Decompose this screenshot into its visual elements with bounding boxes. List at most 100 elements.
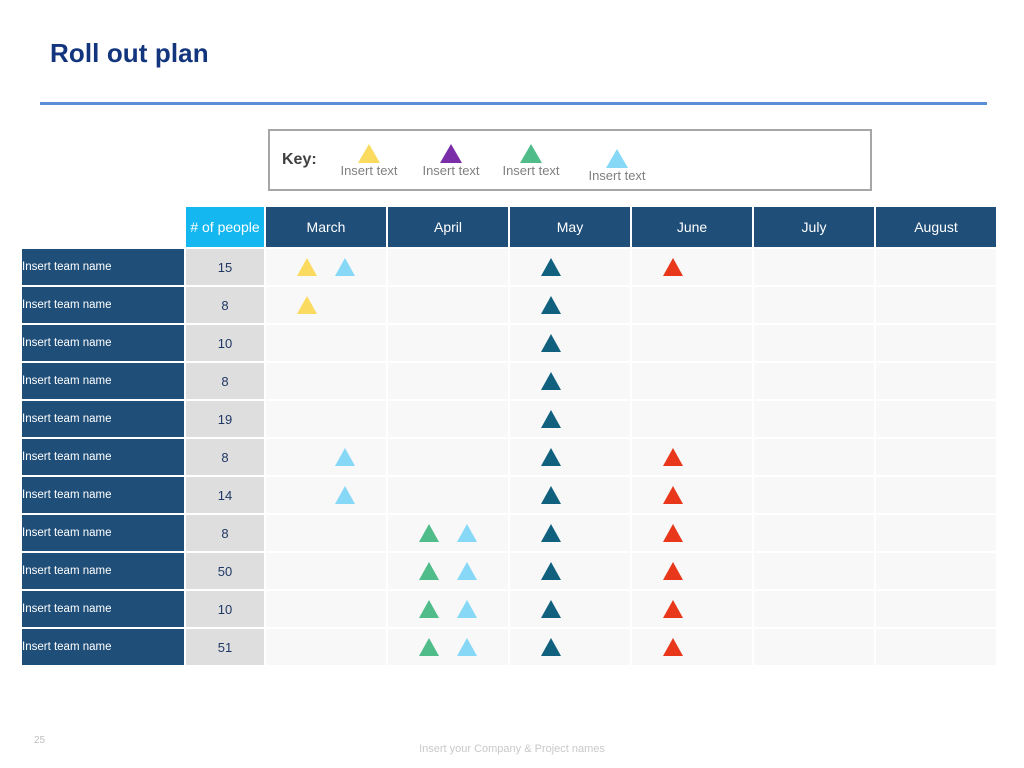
month-cell-july[interactable] — [754, 515, 874, 551]
empty-slot — [699, 408, 723, 430]
month-cell-june[interactable] — [632, 363, 752, 399]
team-name-cell[interactable]: Insert team name — [22, 249, 184, 285]
month-cell-march[interactable] — [266, 439, 386, 475]
month-cell-april[interactable] — [388, 249, 508, 285]
month-cell-june[interactable] — [632, 477, 752, 513]
month-cell-july[interactable] — [754, 325, 874, 361]
month-cell-may[interactable] — [510, 629, 630, 665]
empty-slot — [699, 636, 723, 658]
month-cell-may[interactable] — [510, 401, 630, 437]
month-cell-april[interactable] — [388, 325, 508, 361]
month-cell-march[interactable] — [266, 287, 386, 323]
team-name-cell[interactable]: Insert team name — [22, 629, 184, 665]
month-cell-july[interactable] — [754, 439, 874, 475]
month-cell-august[interactable] — [876, 439, 996, 475]
month-cell-may[interactable] — [510, 249, 630, 285]
month-cell-may[interactable] — [510, 439, 630, 475]
month-cell-may[interactable] — [510, 287, 630, 323]
month-cell-august[interactable] — [876, 249, 996, 285]
team-name-cell[interactable]: Insert team name — [22, 591, 184, 627]
month-cell-april[interactable] — [388, 629, 508, 665]
month-cell-march[interactable] — [266, 249, 386, 285]
month-cell-march[interactable] — [266, 515, 386, 551]
empty-slot — [295, 484, 319, 506]
empty-slot — [905, 408, 929, 430]
month-cell-june[interactable] — [632, 553, 752, 589]
month-cell-july[interactable] — [754, 363, 874, 399]
month-cell-june[interactable] — [632, 515, 752, 551]
month-cell-june[interactable] — [632, 287, 752, 323]
people-count-cell[interactable]: 19 — [186, 401, 264, 437]
month-cell-august[interactable] — [876, 287, 996, 323]
month-cell-august[interactable] — [876, 553, 996, 589]
people-count-cell[interactable]: 10 — [186, 591, 264, 627]
month-cell-april[interactable] — [388, 553, 508, 589]
month-cell-march[interactable] — [266, 401, 386, 437]
column-header-people: # of people — [186, 207, 264, 247]
people-count-cell[interactable]: 50 — [186, 553, 264, 589]
month-cell-may[interactable] — [510, 325, 630, 361]
month-cell-august[interactable] — [876, 325, 996, 361]
month-cell-april[interactable] — [388, 287, 508, 323]
month-cell-april[interactable] — [388, 591, 508, 627]
month-cell-august[interactable] — [876, 363, 996, 399]
month-cell-march[interactable] — [266, 553, 386, 589]
month-cell-march[interactable] — [266, 629, 386, 665]
month-cell-march[interactable] — [266, 325, 386, 361]
team-name-cell[interactable]: Insert team name — [22, 553, 184, 589]
people-count-cell[interactable]: 10 — [186, 325, 264, 361]
empty-slot — [905, 446, 929, 468]
people-count-cell[interactable]: 15 — [186, 249, 264, 285]
triangle-icon — [661, 484, 685, 506]
month-cell-may[interactable] — [510, 591, 630, 627]
team-name-cell[interactable]: Insert team name — [22, 439, 184, 475]
month-cell-march[interactable] — [266, 477, 386, 513]
team-name-cell[interactable]: Insert team name — [22, 401, 184, 437]
month-cell-march[interactable] — [266, 363, 386, 399]
month-cell-august[interactable] — [876, 591, 996, 627]
marker-slots — [388, 515, 508, 551]
month-cell-april[interactable] — [388, 401, 508, 437]
month-cell-july[interactable] — [754, 287, 874, 323]
month-cell-august[interactable] — [876, 515, 996, 551]
month-cell-april[interactable] — [388, 515, 508, 551]
month-cell-august[interactable] — [876, 477, 996, 513]
month-cell-may[interactable] — [510, 363, 630, 399]
people-count-cell[interactable]: 8 — [186, 439, 264, 475]
month-cell-august[interactable] — [876, 629, 996, 665]
month-cell-june[interactable] — [632, 401, 752, 437]
month-cell-june[interactable] — [632, 249, 752, 285]
month-cell-july[interactable] — [754, 629, 874, 665]
month-cell-april[interactable] — [388, 439, 508, 475]
empty-slot — [417, 446, 441, 468]
month-cell-may[interactable] — [510, 515, 630, 551]
month-cell-june[interactable] — [632, 325, 752, 361]
month-cell-june[interactable] — [632, 629, 752, 665]
month-cell-august[interactable] — [876, 401, 996, 437]
people-count-cell[interactable]: 14 — [186, 477, 264, 513]
month-cell-may[interactable] — [510, 553, 630, 589]
team-name-cell[interactable]: Insert team name — [22, 363, 184, 399]
month-cell-june[interactable] — [632, 591, 752, 627]
team-name-cell[interactable]: Insert team name — [22, 515, 184, 551]
month-cell-july[interactable] — [754, 401, 874, 437]
month-cell-june[interactable] — [632, 439, 752, 475]
people-count-cell[interactable]: 8 — [186, 363, 264, 399]
month-cell-april[interactable] — [388, 477, 508, 513]
column-header-april: April — [388, 207, 508, 247]
marker-slots — [876, 515, 996, 551]
people-count-cell[interactable]: 51 — [186, 629, 264, 665]
team-name-cell[interactable]: Insert team name — [22, 477, 184, 513]
month-cell-july[interactable] — [754, 553, 874, 589]
team-name-cell[interactable]: Insert team name — [22, 325, 184, 361]
team-name-cell[interactable]: Insert team name — [22, 287, 184, 323]
month-cell-july[interactable] — [754, 249, 874, 285]
month-cell-july[interactable] — [754, 591, 874, 627]
month-cell-march[interactable] — [266, 591, 386, 627]
people-count-cell[interactable]: 8 — [186, 287, 264, 323]
month-cell-may[interactable] — [510, 477, 630, 513]
month-cell-july[interactable] — [754, 477, 874, 513]
people-count-cell[interactable]: 8 — [186, 515, 264, 551]
month-cell-april[interactable] — [388, 363, 508, 399]
table-row: Insert team name 10 — [22, 325, 996, 361]
